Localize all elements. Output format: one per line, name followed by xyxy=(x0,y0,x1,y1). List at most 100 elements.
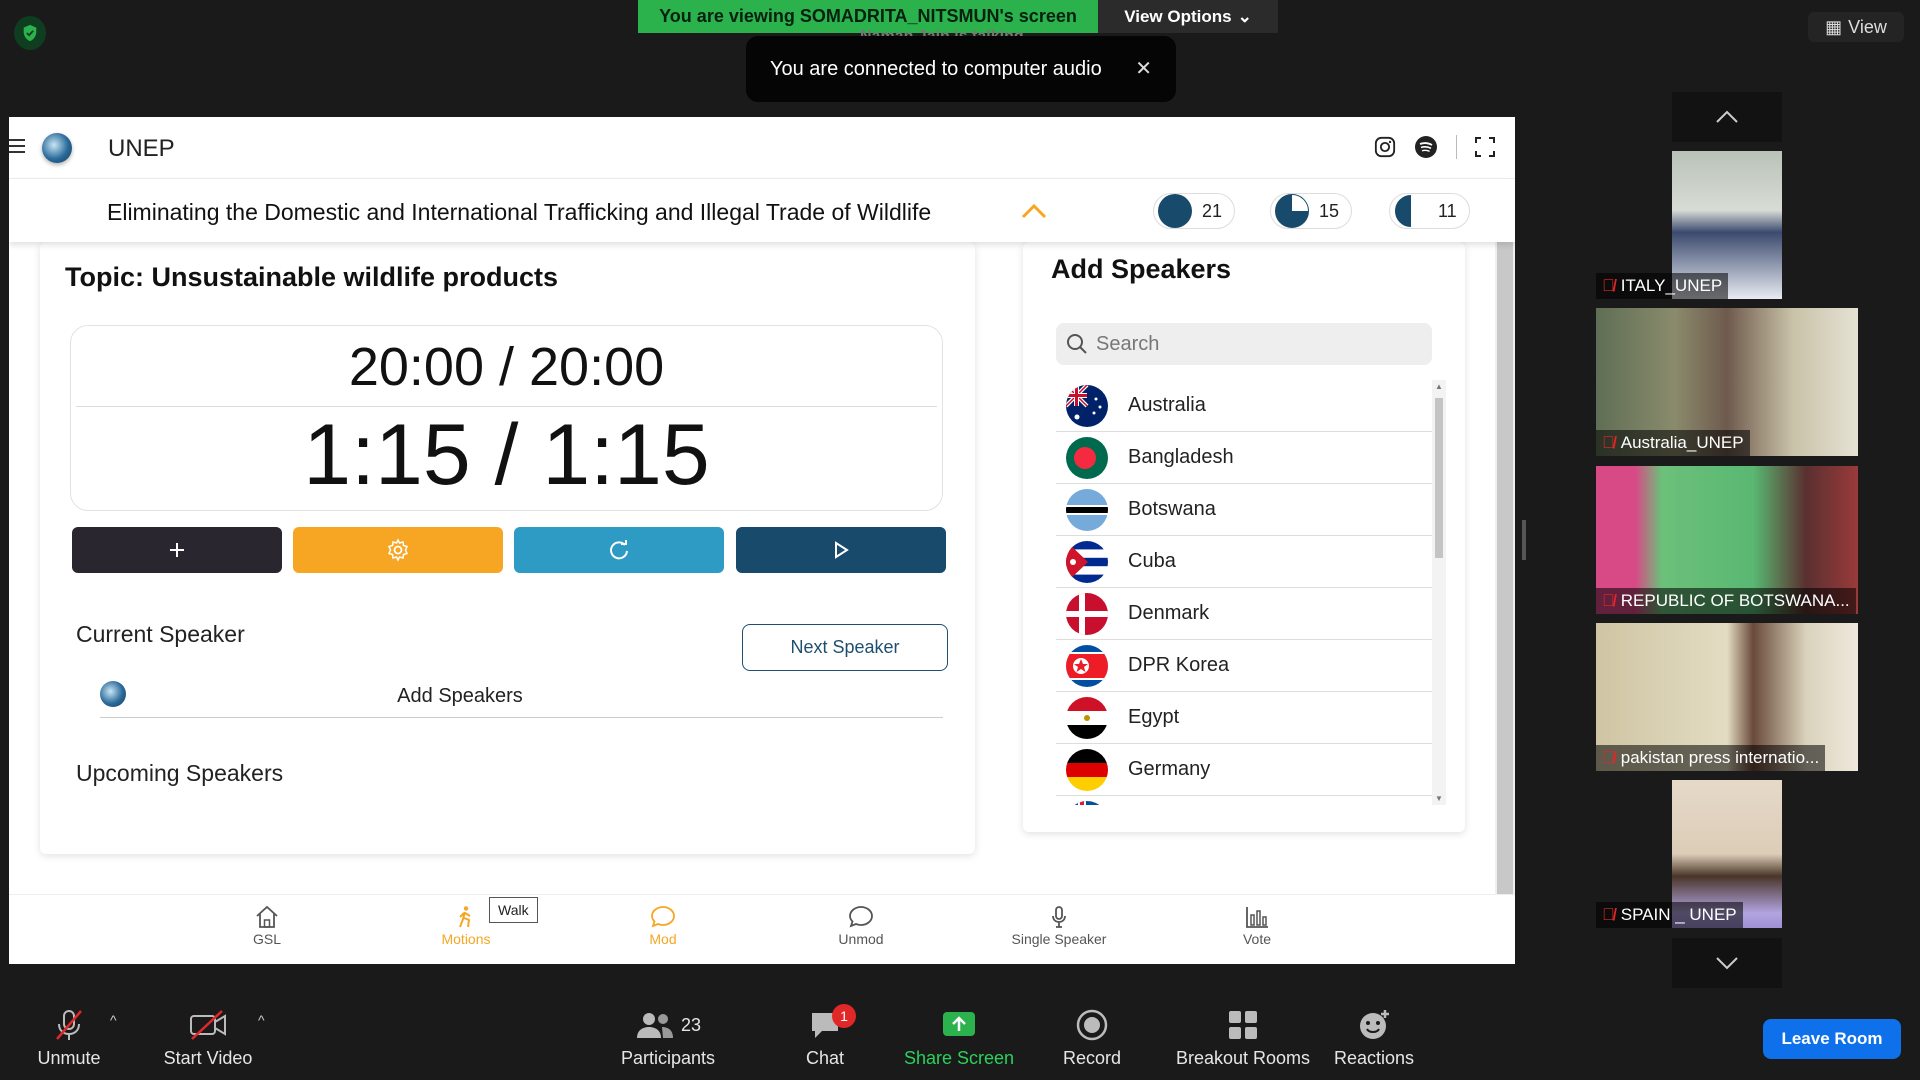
participant-label: 🎙̸ SPAIN _ UNEP xyxy=(1596,902,1743,928)
participant-name: SPAIN _ UNEP xyxy=(1620,905,1737,924)
view-button[interactable]: ▦ View xyxy=(1808,12,1904,42)
list-scroll-thumb[interactable] xyxy=(1435,398,1443,558)
topic-title: Topic: Unsustainable wildlife products xyxy=(65,262,559,292)
agenda-title: Eliminating the Domestic and Internation… xyxy=(107,199,932,225)
nav-mod[interactable]: Mod xyxy=(603,905,723,947)
share-screen-button[interactable]: Share Screen xyxy=(884,1008,1034,1069)
chevron-down-icon xyxy=(1716,957,1738,970)
panel-resize-handle[interactable] xyxy=(1522,520,1526,560)
nav-single-speaker[interactable]: Single Speaker xyxy=(999,905,1119,947)
unmute-button[interactable]: Unmute xyxy=(0,1008,144,1069)
reactions-button[interactable]: Reactions xyxy=(1299,1008,1449,1069)
participant-label: 🎙̸ pakistan press internatio... xyxy=(1596,745,1826,771)
search-input[interactable]: Search xyxy=(1056,323,1432,365)
nav-label: Single Speaker xyxy=(1011,931,1107,947)
record-icon xyxy=(1076,1009,1108,1041)
nav-unmod[interactable]: Unmod xyxy=(801,905,921,947)
leave-room-button[interactable]: Leave Room xyxy=(1763,1019,1901,1059)
country-name: Botswana xyxy=(1128,498,1216,520)
page-scroll-thumb[interactable] xyxy=(1497,242,1513,894)
stat-simple-majority: 15 xyxy=(1270,193,1353,229)
menu-icon[interactable] xyxy=(9,139,25,153)
instagram-icon[interactable] xyxy=(1374,136,1396,158)
germany-flag-icon xyxy=(1066,748,1108,791)
search-icon xyxy=(1067,334,1087,354)
add-speakers-card: Add Speakers Search Australia Bangladesh… xyxy=(1023,242,1465,832)
country-item[interactable]: Australia xyxy=(1056,380,1436,432)
participant-name: REPUBLIC OF BOTSWANA... xyxy=(1620,591,1850,610)
audio-options-caret-icon[interactable]: ^ xyxy=(110,1012,117,1028)
reactions-icon xyxy=(1360,1010,1389,1039)
participant-label: 🎙̸ Australia_UNEP xyxy=(1596,430,1750,456)
botswana-flag-icon xyxy=(1066,488,1108,531)
participant-label: 🎙̸ REPUBLIC OF BOTSWANA... xyxy=(1596,588,1856,614)
refresh-icon xyxy=(610,540,628,560)
start-video-label: Start Video xyxy=(163,1048,253,1068)
view-options-label: View Options xyxy=(1124,6,1232,26)
stat-two-thirds: 11 xyxy=(1389,193,1470,229)
participants-icon xyxy=(636,1013,673,1038)
participant-tile[interactable]: 🎙̸ REPUBLIC OF BOTSWANA... xyxy=(1596,466,1858,614)
reset-button[interactable] xyxy=(514,527,724,573)
close-icon[interactable]: ✕ xyxy=(1135,56,1152,81)
country-item-partial[interactable] xyxy=(1056,796,1436,805)
home-icon xyxy=(256,905,278,928)
muted-mic-icon: 🎙̸ xyxy=(1602,433,1615,452)
share-screen-icon xyxy=(943,1012,975,1036)
video-options-caret-icon[interactable]: ^ xyxy=(258,1012,265,1028)
nav-vote[interactable]: Vote xyxy=(1197,905,1317,947)
header-divider xyxy=(1456,135,1457,159)
walk-icon xyxy=(459,906,471,928)
country-item[interactable]: Bangladesh xyxy=(1056,432,1436,484)
share-screen-label: Share Screen xyxy=(903,1048,1015,1068)
stat-value: 21 xyxy=(1202,200,1223,221)
country-item[interactable]: Germany xyxy=(1056,744,1436,796)
fullscreen-icon[interactable] xyxy=(1475,137,1495,157)
nav-label: GSL xyxy=(252,931,281,947)
scroll-up-arrow-icon[interactable]: ▲ xyxy=(1435,382,1443,391)
chevron-up-icon xyxy=(1716,110,1738,123)
bar-chart-icon xyxy=(1246,907,1268,928)
country-item[interactable]: Cuba xyxy=(1056,536,1436,588)
nav-label: Unmod xyxy=(838,931,884,947)
chat-button[interactable]: Chat xyxy=(750,1008,900,1069)
security-shield-icon[interactable] xyxy=(14,16,46,50)
settings-button[interactable] xyxy=(293,527,503,573)
video-scroll-up-button[interactable] xyxy=(1672,92,1782,142)
participants-button[interactable]: 23 Participants xyxy=(593,1008,743,1069)
chat-label: Chat xyxy=(805,1048,845,1068)
country-item[interactable]: Botswana xyxy=(1056,484,1436,536)
scroll-down-arrow-icon[interactable]: ▼ xyxy=(1435,794,1443,803)
country-name: Egypt xyxy=(1128,706,1180,728)
record-button[interactable]: Record xyxy=(1017,1008,1167,1069)
current-speaker-row[interactable]: Add Speakers xyxy=(100,677,943,718)
page-scrollbar[interactable] xyxy=(1495,242,1515,894)
play-button[interactable] xyxy=(736,527,946,573)
country-name: Bangladesh xyxy=(1128,446,1234,468)
muted-mic-icon: 🎙̸ xyxy=(1602,905,1615,924)
breakout-rooms-icon xyxy=(1229,1011,1257,1039)
participant-tile[interactable]: 🎙̸ ITALY_UNEP xyxy=(1596,151,1858,299)
spotify-icon[interactable] xyxy=(1414,135,1438,159)
cuba-flag-icon xyxy=(1066,540,1108,583)
participants-count: 23 xyxy=(680,1014,702,1035)
nav-gsl[interactable]: GSL xyxy=(207,905,327,947)
chevron-up-icon[interactable] xyxy=(1021,203,1047,219)
participant-name: pakistan press internatio... xyxy=(1620,748,1820,767)
chat-bubble-icon xyxy=(651,906,675,928)
add-button[interactable] xyxy=(72,527,282,573)
country-item[interactable]: DPR Korea xyxy=(1056,640,1436,692)
country-item[interactable]: Denmark xyxy=(1056,588,1436,640)
participant-tile[interactable]: 🎙̸ pakistan press internatio... xyxy=(1596,623,1858,771)
audio-toast: You are connected to computer audio ✕ xyxy=(746,36,1176,102)
chat-bubble-outline-icon xyxy=(849,906,873,928)
muted-mic-icon: 🎙̸ xyxy=(1602,748,1615,767)
participant-tile[interactable]: 🎙̸ SPAIN _ UNEP xyxy=(1596,780,1858,928)
country-item[interactable]: Egypt xyxy=(1056,692,1436,744)
participant-tile[interactable]: 🎙̸ Australia_UNEP xyxy=(1596,308,1858,456)
walk-tooltip: Walk xyxy=(489,897,538,923)
stat-present: 21 xyxy=(1153,193,1236,229)
list-scrollbar[interactable]: ▲ ▼ xyxy=(1432,380,1446,805)
next-speaker-button[interactable]: Next Speaker xyxy=(742,624,948,671)
view-options-button[interactable]: View Options ⌄ xyxy=(1098,0,1278,33)
